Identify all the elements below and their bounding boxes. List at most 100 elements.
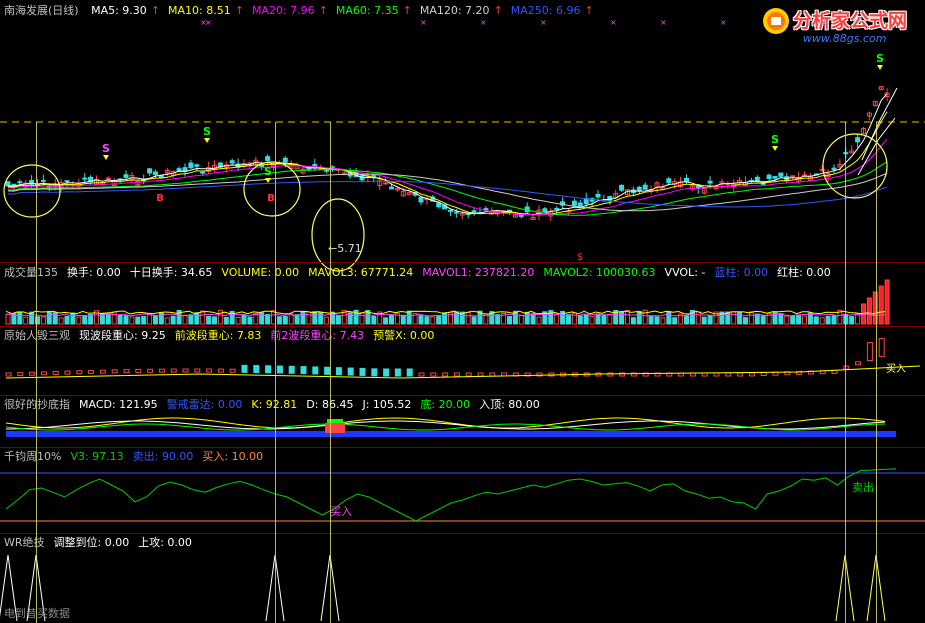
center-bar: [253, 365, 260, 374]
center-bar: [324, 366, 331, 375]
volume-bar: [471, 316, 477, 325]
buy-signal-label: 买入: [330, 505, 352, 518]
signal-line: [330, 122, 331, 623]
x-mark: ×: [780, 18, 787, 27]
volume-bar: [684, 315, 689, 325]
low-price-label: ←5.71: [328, 242, 362, 255]
macd-chart: [5, 417, 896, 437]
volume-bar: [648, 316, 654, 325]
volume-bar: [849, 316, 855, 325]
center-bar: [442, 372, 449, 377]
highlight-circle: [822, 133, 888, 199]
s-signal-mark: S: [102, 142, 110, 155]
volume-bar: [790, 315, 796, 325]
candle-body: [636, 186, 642, 192]
volume-bar: [577, 315, 583, 325]
center-bar: [17, 372, 24, 377]
volume-bar: [46, 310, 52, 325]
volume-bar: [164, 317, 170, 325]
center-bar: [29, 371, 36, 376]
volume-bar: [601, 314, 607, 325]
candle-body: [82, 177, 88, 180]
price-chart: SSSSSB B$←5.71×× × × × × × × × ×: [0, 18, 925, 272]
volume-bar: [306, 311, 312, 325]
volume-bar: [111, 311, 117, 325]
volume-bar: [117, 314, 123, 325]
b-signal-mark: B: [156, 193, 164, 204]
center-bar: [182, 368, 189, 373]
center-bar: [147, 368, 154, 373]
volume-bar: [831, 315, 837, 325]
candle-body: [855, 137, 861, 143]
volume-bar: [70, 312, 76, 325]
center-bar: [88, 369, 95, 374]
signal-line: [876, 122, 877, 623]
volume-bar: [802, 315, 807, 325]
center-bar: [347, 367, 354, 376]
volume-bar: [607, 313, 613, 325]
center-bar: [489, 372, 496, 377]
radar-band: [6, 431, 896, 437]
center-bar: [760, 372, 767, 377]
center-bar: [477, 372, 484, 377]
bottom-signal-block: [325, 423, 345, 433]
candle-body: [17, 181, 23, 184]
center-bar: [737, 372, 744, 377]
candle-body: [542, 208, 548, 212]
volume-bar: [135, 316, 141, 325]
center-bar: [713, 372, 720, 377]
volume-bar: [300, 311, 306, 325]
volume-bar: [141, 316, 147, 325]
volume-bar: [17, 312, 23, 325]
volume-bar: [813, 316, 819, 325]
s-signal-mark: S: [203, 125, 211, 138]
candle-body: [642, 184, 648, 190]
candle-body: [666, 178, 672, 184]
volume-bar: [247, 316, 253, 325]
candle-body: [684, 177, 689, 183]
volume-bar: [123, 315, 129, 325]
candle-body: [483, 208, 489, 211]
s-signal-mark: S: [771, 133, 779, 146]
candle-body: [707, 180, 713, 184]
volume-bar: [554, 314, 560, 325]
volume-bar: [76, 316, 82, 325]
v3-chart: 买入 卖出: [0, 468, 925, 522]
candle-body: [123, 174, 129, 178]
ma-line: [7, 93, 888, 216]
volume-bar: [819, 317, 825, 325]
volume-bar: [170, 315, 176, 325]
volume-bar: [878, 285, 884, 325]
volume-bar: [206, 315, 212, 325]
volume-bar: [778, 313, 784, 325]
candle-body: [518, 214, 524, 217]
volume-bar: [530, 313, 536, 325]
x-mark: ×: [820, 18, 827, 27]
volume-bar: [217, 309, 223, 325]
volume-chart: [5, 279, 890, 325]
footer-text: 电到昔买数据: [4, 607, 70, 620]
candle-body: [312, 164, 318, 167]
center-bar: [453, 372, 460, 377]
x-mark: ×: [610, 18, 617, 27]
candle-body: [436, 202, 442, 208]
candle-body: [595, 193, 601, 198]
center-bar: [206, 368, 213, 373]
center-bar: [5, 372, 12, 377]
candle-body: [324, 169, 330, 172]
volume-bar: [188, 314, 194, 325]
volume-bar: [5, 313, 11, 325]
volume-bar: [430, 316, 436, 325]
volume-bar: [371, 316, 377, 325]
candle-body: [790, 175, 796, 178]
volume-bar: [147, 314, 153, 325]
center-bar: [123, 369, 130, 374]
volume-bar: [223, 316, 229, 325]
volume-bar: [153, 315, 158, 325]
highlight-circle: [243, 161, 301, 217]
center-bar: [64, 370, 71, 375]
center-bar: [158, 368, 165, 373]
volume-bar: [583, 313, 589, 325]
center-bar: [194, 368, 201, 373]
volume-bar: [324, 316, 330, 325]
